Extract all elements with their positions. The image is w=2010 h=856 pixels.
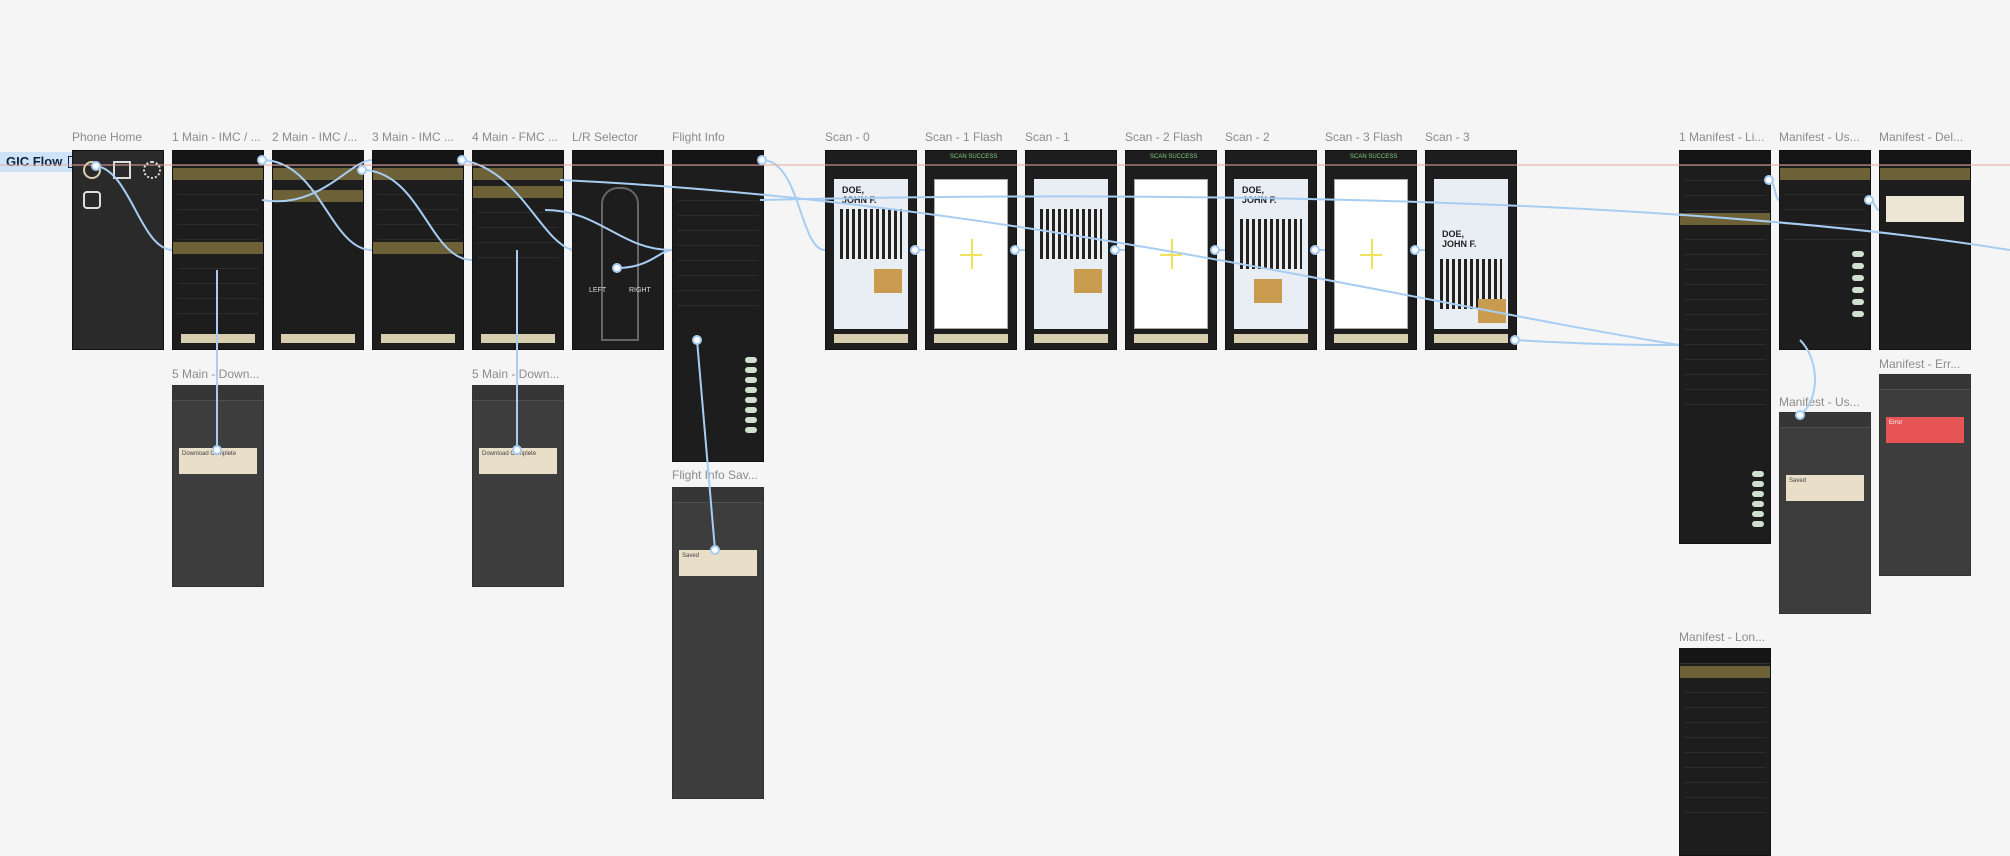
prototype-connections [0,155,2010,555]
